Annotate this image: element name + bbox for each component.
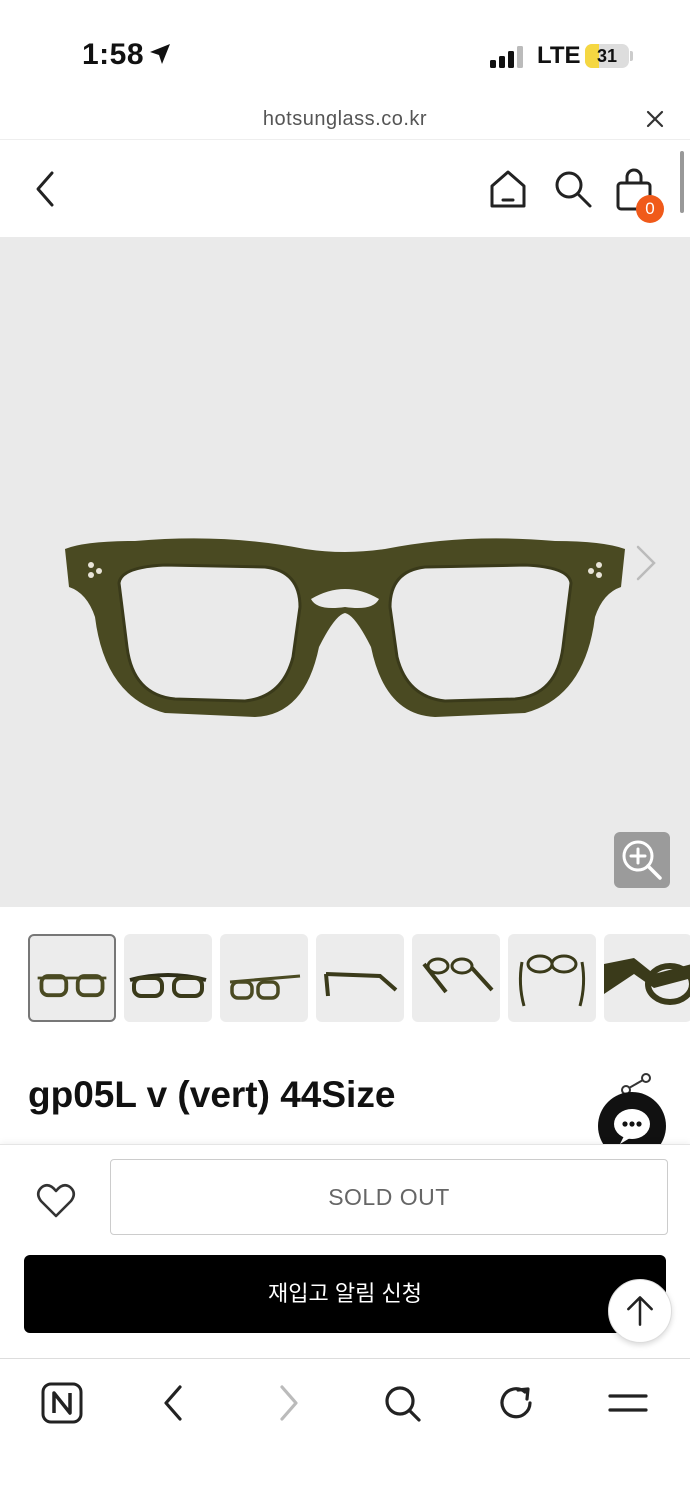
zoom-button[interactable] <box>614 832 670 888</box>
search-icon[interactable] <box>380 1381 424 1425</box>
thumbnail-open-image <box>518 954 586 1007</box>
heart-icon[interactable] <box>36 1183 76 1219</box>
thumbnail-strip <box>28 934 690 1024</box>
thumbnail-closeup-image <box>604 958 690 1005</box>
cart-count-badge: 0 <box>636 195 664 223</box>
close-icon[interactable] <box>644 108 666 130</box>
scroll-indicator <box>680 151 684 213</box>
location-arrow-icon <box>150 44 170 64</box>
signal-icon <box>490 46 523 68</box>
refresh-icon[interactable] <box>494 1381 538 1425</box>
thumbnail-4[interactable] <box>316 934 404 1022</box>
thumbnail-1[interactable] <box>28 934 116 1022</box>
network-type: LTE <box>537 42 581 69</box>
forward-icon[interactable] <box>266 1381 310 1425</box>
thumbnail-top-angle-image <box>422 957 494 994</box>
product-title: gp05L v (vert) 44Size <box>28 1074 396 1115</box>
battery-level: 31 <box>596 46 618 66</box>
thumbnail-7[interactable] <box>604 934 690 1022</box>
status-time: 1:58 <box>82 38 145 71</box>
eyeglasses-image <box>65 538 625 717</box>
cart-button[interactable]: 0 <box>614 167 666 223</box>
menu-icon[interactable] <box>606 1381 650 1425</box>
status-bar: 1:58 LTE 31 <box>0 0 690 100</box>
naver-n-icon[interactable] <box>40 1381 84 1425</box>
thumbnail-3[interactable] <box>220 934 308 1022</box>
thumbnail-angle-image <box>229 974 301 1000</box>
product-main-image[interactable] <box>0 237 690 907</box>
thumbnail-2[interactable] <box>124 934 212 1022</box>
scroll-top-button[interactable] <box>608 1279 672 1343</box>
thumbnail-front-image <box>37 974 107 998</box>
home-icon[interactable] <box>488 168 528 210</box>
sold-out-button[interactable]: SOLD OUT <box>110 1159 668 1235</box>
site-header: 0 <box>0 141 690 237</box>
url-text[interactable]: hotsunglass.co.kr <box>0 108 690 131</box>
search-icon[interactable] <box>552 168 594 210</box>
restock-alert-button[interactable]: 재입고 알림 신청 <box>24 1255 666 1333</box>
browser-toolbar <box>0 1358 690 1500</box>
thumbnail-6[interactable] <box>508 934 596 1022</box>
battery-cap <box>630 51 633 61</box>
next-image-arrow-icon[interactable] <box>630 543 660 583</box>
thumbnail-5[interactable] <box>412 934 500 1022</box>
back-arrow-icon[interactable] <box>28 169 64 209</box>
back-icon[interactable] <box>152 1381 196 1425</box>
thumbnail-side-image <box>324 972 398 997</box>
thumbnail-folded-image <box>129 973 207 998</box>
battery-icon: 31 <box>585 44 629 68</box>
purchase-panel: SOLD OUT 재입고 알림 신청 <box>0 1144 690 1358</box>
url-bar[interactable]: hotsunglass.co.kr <box>0 100 690 140</box>
arrow-up-icon <box>627 1296 653 1326</box>
zoom-in-icon <box>622 840 662 880</box>
